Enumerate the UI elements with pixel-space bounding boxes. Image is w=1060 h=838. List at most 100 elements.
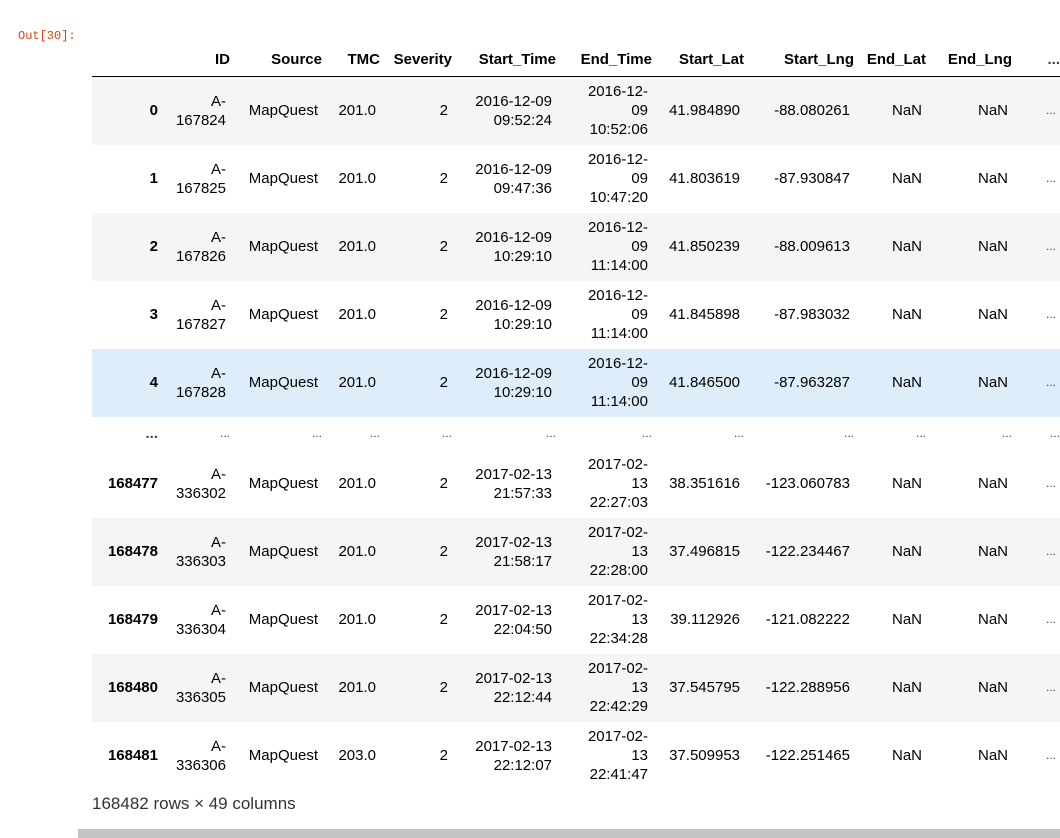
horizontal-scrollbar[interactable]	[78, 829, 1060, 838]
cell-end-lng: NaN	[926, 77, 1012, 145]
output-prompt: Out[30]:	[18, 29, 76, 43]
table-row: 3 A- 167827 MapQuest 201.0 2 2016-12-09 10:29:1…	[92, 280, 1060, 349]
cell-value: MapQuest	[248, 611, 318, 628]
cell-value: NaN	[891, 679, 922, 696]
cell-end-lat: NaN	[854, 654, 926, 722]
row-index: 168480	[107, 679, 158, 696]
cell-line: 2016-12-09	[475, 228, 552, 246]
cell-value: 41.984890	[669, 102, 740, 120]
cell-line: 10:29:10	[493, 315, 552, 333]
cell-value: 201.0	[338, 374, 376, 391]
cell-end-lng: NaN	[926, 518, 1012, 586]
column-header-severity: Severity	[380, 42, 452, 77]
cell-severity: 2	[380, 518, 452, 586]
cell-value: MapQuest	[248, 374, 318, 391]
cell-line: 167825	[175, 179, 226, 197]
cell-value: ...	[1045, 544, 1056, 558]
cell-end-time: 2016-12- 09 11:14:00	[556, 281, 652, 349]
row-index: 1	[149, 170, 158, 187]
cell-line: 336304	[175, 620, 226, 638]
cell-value: 41.846500	[669, 374, 740, 391]
cell-end-lat: NaN	[854, 281, 926, 349]
row-index: 168479	[107, 611, 158, 628]
cell-value: NaN	[891, 374, 922, 391]
cell-start-time: 2017-02-13 22:12:44	[452, 654, 556, 722]
cell-end-lng: NaN	[926, 349, 1012, 417]
cell-value: 2	[439, 543, 448, 560]
cell-line: 2016-12-	[587, 219, 648, 236]
ellipsis-row: ....................................	[92, 416, 1060, 450]
cell-value: NaN	[891, 543, 922, 560]
cell-value: -87.983032	[774, 306, 850, 323]
table-row: 168477 A- 336302 MapQuest 201.0 2 2017-02-13 21…	[92, 449, 1060, 518]
cell-end-lat: NaN	[854, 586, 926, 654]
cell-line: 22:34:28	[589, 630, 648, 647]
cell-end-time: 2017-02- 13 22:34:28	[556, 586, 652, 654]
cell-line: 10:52:06	[589, 121, 648, 139]
cell-tmc: 201.0	[322, 145, 380, 213]
cell-start-lng: -87.930847	[744, 145, 854, 213]
cell-line: 11:14:00	[590, 325, 648, 342]
index-header	[92, 42, 158, 77]
cell-id: A- 336306	[158, 722, 230, 790]
cell-value: MapQuest	[248, 475, 318, 492]
cell-end-lat: NaN	[854, 450, 926, 518]
cell-id: A- 167826	[158, 213, 230, 281]
cell-value: -88.080261	[774, 102, 850, 120]
cell-value: 203.0	[338, 747, 376, 764]
cell-start-lat: 41.803619	[652, 145, 744, 213]
cell-value: 201.0	[338, 306, 376, 323]
cell-value: 37.509953	[669, 747, 740, 764]
table-row: 168481 A- 336306 MapQuest 203.0 2 2017-02-13 22…	[92, 721, 1060, 790]
cell-severity: 2	[380, 145, 452, 213]
cell-tmc: 201.0	[322, 450, 380, 518]
cell-id: A- 336304	[158, 586, 230, 654]
cell-line: A-	[211, 160, 226, 178]
cell-value: NaN	[977, 611, 1008, 628]
cell-line: 167826	[175, 247, 226, 265]
cell-end-lat: NaN	[854, 213, 926, 281]
cell-line: 2016-12-09	[475, 364, 552, 382]
cell-source: MapQuest	[230, 145, 322, 213]
cell-tmc: 201.0	[322, 586, 380, 654]
table-row: 2 A- 167826 MapQuest 201.0 2 2016-12-09 10:29:1…	[92, 212, 1060, 281]
cell-value: NaN	[891, 475, 922, 492]
cell-end-time: 2016-12- 09 10:47:20	[556, 145, 652, 213]
cell-line: 13	[631, 475, 648, 492]
cell-line: A-	[211, 364, 226, 382]
ellipsis-cell: ...	[441, 426, 452, 440]
cell-line: 336303	[175, 552, 226, 570]
cell-start-time: 2017-02-13 22:04:50	[452, 586, 556, 654]
cell-line: 22:27:03	[589, 494, 648, 511]
cell-value: ...	[1045, 307, 1056, 321]
cell-line: 2016-12-	[587, 287, 648, 304]
cell-start-lat: 41.846500	[652, 349, 744, 417]
cell-line: 13	[631, 543, 648, 560]
shape-summary: 168482 rows × 49 columns	[92, 794, 296, 813]
cell-line: 2017-02-	[587, 728, 648, 745]
cell-end-time: 2016-12- 09 11:14:00	[556, 213, 652, 281]
ellipsis-cell: ...	[641, 426, 652, 440]
cell-value: 2	[439, 475, 448, 492]
cell-value: MapQuest	[248, 102, 318, 120]
cell-id: A- 167825	[158, 145, 230, 213]
cell-severity: 2	[380, 654, 452, 722]
cell-source: MapQuest	[230, 349, 322, 417]
column-header-end_lng: End_Lng	[926, 42, 1012, 77]
cell-start-lat: 41.850239	[652, 213, 744, 281]
cell-value: ...	[1045, 171, 1056, 185]
ellipsis-cell: ...	[915, 426, 926, 440]
cell-start-time: 2016-12-09 09:52:24	[452, 77, 556, 145]
cell-tmc: 201.0	[322, 349, 380, 417]
cell-line: 2016-12-09	[475, 92, 552, 110]
cell-value: ...	[1045, 239, 1056, 253]
table-row: 0 A- 167824 MapQuest 201.0 2 2016-12-09 09:52:2…	[92, 76, 1060, 145]
cell-id: A- 336305	[158, 654, 230, 722]
cell-line: 09	[631, 102, 648, 120]
cell-end-lng: NaN	[926, 654, 1012, 722]
cell-line: 09:52:24	[493, 111, 552, 129]
cell-start-lng: -122.234467	[744, 518, 854, 586]
cell-end-lng: NaN	[926, 586, 1012, 654]
cell-value: NaN	[891, 170, 922, 187]
cell-line: 2016-12-09	[475, 160, 552, 178]
